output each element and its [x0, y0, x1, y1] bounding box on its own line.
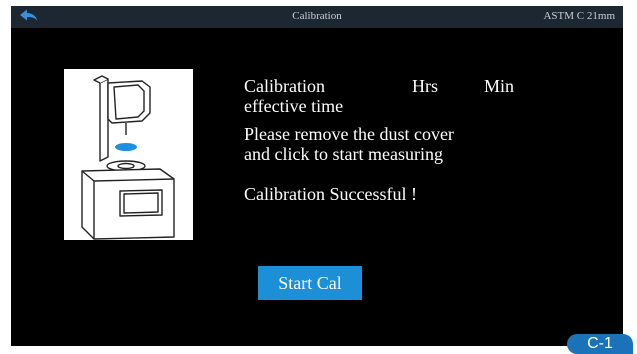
calibration-status: Calibration Successful !	[244, 184, 417, 204]
calibration-label: Calibration	[244, 76, 325, 96]
min-label: Min	[484, 76, 515, 96]
analyzer-device-icon	[81, 75, 175, 240]
effective-time-row: Calibration Hrs Min	[244, 76, 514, 96]
effective-time-label: effective time	[244, 96, 344, 116]
instruction-line-1: Please remove the dust cover	[244, 124, 454, 144]
device-illustration	[64, 69, 193, 240]
title-bar: Calibration ASTM C 21mm	[11, 6, 623, 28]
screen-title: Calibration	[292, 10, 342, 22]
instruction-line-2: and click to start measuring	[244, 144, 443, 164]
standard-label: ASTM C 21mm	[543, 10, 615, 22]
device-screen: Calibration ASTM C 21mm Calibration Hrs …	[11, 6, 623, 346]
calibration-info: Calibration Hrs Min effective time Pleas…	[244, 76, 514, 204]
start-cal-button[interactable]: Start Cal	[258, 266, 362, 300]
figure-badge: C-1	[567, 334, 633, 354]
hrs-label: Hrs	[412, 76, 438, 96]
